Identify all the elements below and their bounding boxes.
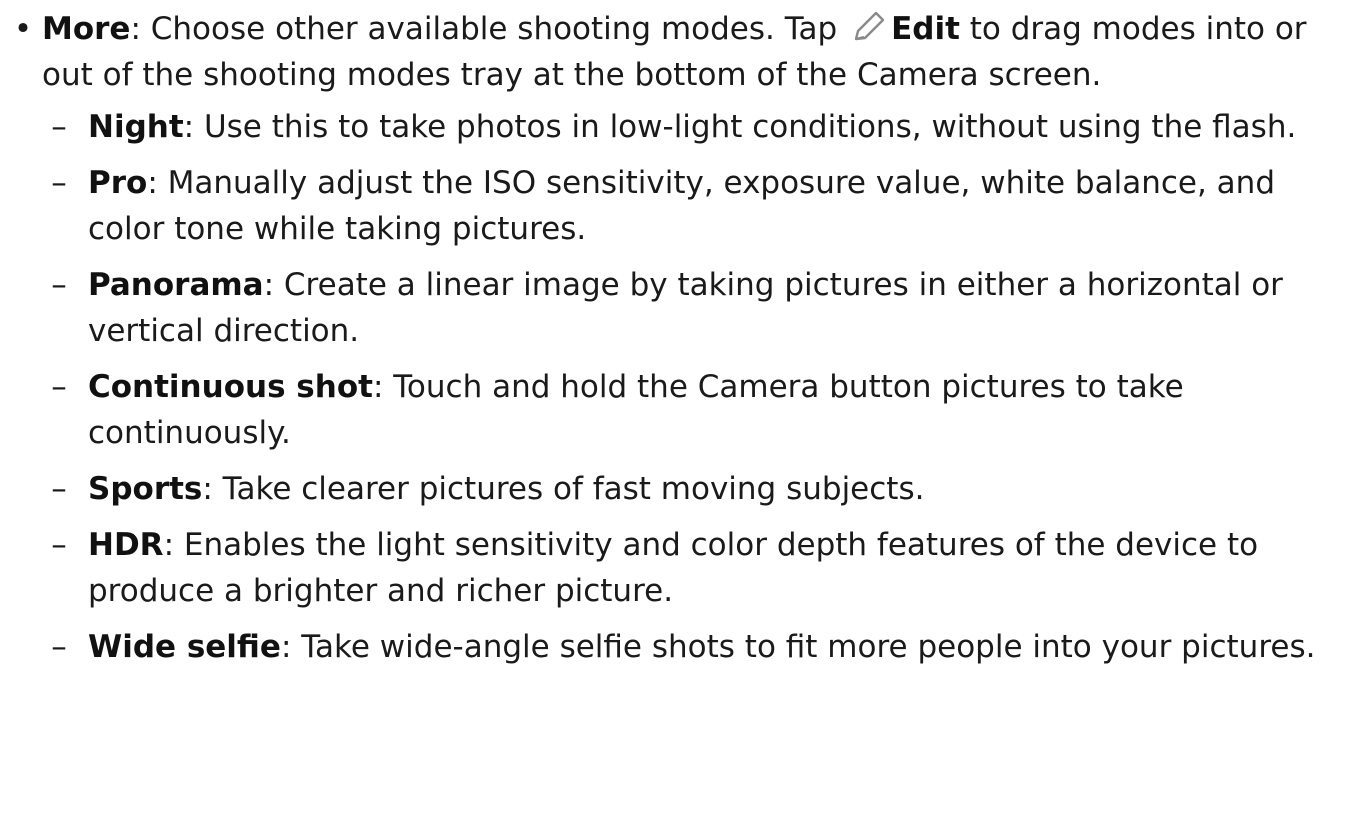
mode-description: : Take wide-angle selfie shots to fit mo… (280, 629, 1316, 665)
list-item: – Pro: Manually adjust the ISO sensitivi… (42, 160, 1338, 252)
edit-label: Edit (891, 11, 960, 47)
mode-term: Continuous shot (88, 369, 373, 405)
mode-description: : Manually adjust the ISO sensitivity, e… (88, 165, 1275, 247)
shooting-modes-list: – Night: Use this to take photos in low-… (42, 104, 1338, 670)
mode-term: Panorama (88, 267, 264, 303)
list-item: – HDR: Enables the light sensitivity and… (42, 522, 1338, 614)
list-item-more: • More: Choose other available shooting … (14, 6, 1338, 98)
list-item: – Sports: Take clearer pictures of fast … (42, 466, 1338, 512)
dash-glyph: – (51, 109, 67, 145)
mode-term: HDR (88, 527, 164, 563)
list-item: – Night: Use this to take photos in low-… (42, 104, 1338, 150)
dash-glyph: – (51, 267, 67, 303)
dash-glyph: – (51, 471, 67, 507)
document-page: • More: Choose other available shooting … (0, 0, 1358, 836)
mode-term: Sports (88, 471, 203, 507)
dash-glyph: – (51, 527, 67, 563)
mode-description: : Take clearer pictures of fast moving s… (202, 471, 925, 507)
mode-term: Pro (88, 165, 148, 201)
mode-term: Night (88, 109, 184, 145)
bullet-glyph: • (13, 11, 33, 47)
mode-term: Wide selfie (88, 629, 281, 665)
list-item: – Panorama: Create a linear image by tak… (42, 262, 1338, 354)
dash-glyph: – (51, 165, 67, 201)
more-description-part-1: : Choose other available shooting modes.… (130, 11, 848, 47)
dash-glyph: – (51, 369, 67, 405)
mode-description: : Create a linear image by taking pictur… (88, 267, 1283, 349)
list-item: – Wide selfie: Take wide-angle selfie sh… (42, 624, 1338, 670)
mode-description: : Use this to take photos in low-light c… (183, 109, 1297, 145)
term-more: More (42, 11, 131, 47)
pencil-icon (849, 10, 887, 44)
mode-description: : Enables the light sensitivity and colo… (88, 527, 1259, 609)
list-item: – Continuous shot: Touch and hold the Ca… (42, 364, 1338, 456)
dash-glyph: – (51, 629, 67, 665)
